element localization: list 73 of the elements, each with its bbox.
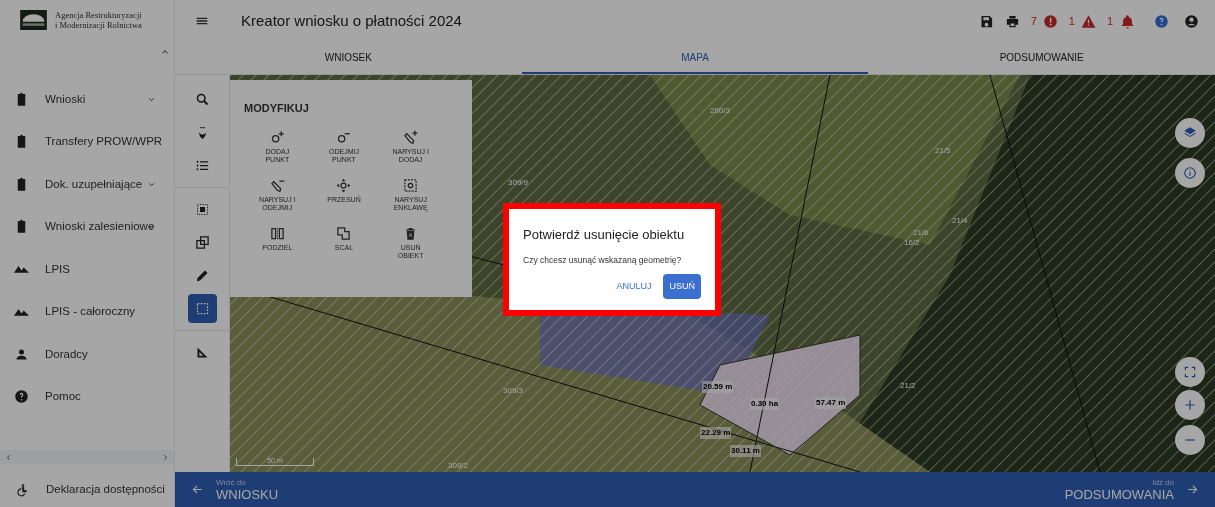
errors-button[interactable] [1042, 13, 1059, 29]
merge-icon [336, 225, 352, 241]
map-label: 280/3 [710, 105, 731, 117]
point-plus-icon [269, 129, 285, 145]
map-label: 21/6 [913, 227, 929, 239]
notifications-count: 1 [1106, 13, 1113, 29]
back-link[interactable]: Wróć do WNIOSKU [191, 477, 279, 502]
map-label: 16/2 [904, 237, 920, 249]
agency-logo-icon [20, 10, 47, 30]
sidebar-item[interactable]: LPIS - całoroczny [0, 290, 162, 333]
agency-name: i Modernizacji Rolnictwa [55, 20, 142, 30]
sidebar-item[interactable]: Wnioski zalesieniowe [0, 205, 162, 248]
map-label: 21/2 [900, 380, 916, 392]
bell-icon [1119, 13, 1135, 29]
sidebar-item[interactable]: Dok. uzupełniające [0, 163, 162, 206]
tab[interactable]: PODSUMOWANIE [868, 42, 1215, 74]
help-button[interactable] [1153, 13, 1169, 29]
accessibility-link[interactable]: Deklaracja dostępności [0, 472, 174, 507]
map-label: 309/2 [448, 460, 469, 472]
help-icon [14, 389, 29, 405]
agency-name: Agencja Restrukturyzacji [55, 10, 142, 20]
dialog-title: Potwierdź usunięcie obiektu [523, 226, 686, 244]
info-icon [1183, 166, 1197, 180]
delete-button[interactable]: USUŃ [663, 274, 701, 300]
printer-icon [1005, 13, 1021, 29]
account-button[interactable] [1183, 13, 1199, 29]
select-area-icon [194, 202, 210, 217]
map-tool-button[interactable] [187, 294, 217, 323]
mountains-icon [14, 307, 29, 316]
print-button[interactable] [1004, 13, 1021, 29]
dialog-message: Czy chcesz usunąć wskazaną geometrię? [523, 253, 683, 267]
account-icon [1183, 13, 1199, 29]
sidebar-item[interactable]: Pomoc [0, 375, 162, 418]
layers-icon [1183, 126, 1197, 140]
page-title: Kreator wniosku o płatności 2024 [241, 10, 462, 31]
map-label: 21/5 [935, 145, 951, 157]
fullscreen-icon [1183, 365, 1197, 379]
next-link[interactable]: Idź do PODSUMOWANIA [1064, 477, 1199, 502]
tab[interactable]: WNIOSEK [175, 42, 522, 74]
split-icon [269, 225, 285, 241]
sidebar-item[interactable]: Wnioski [0, 78, 162, 121]
sidebar-item[interactable]: LPIS [0, 248, 162, 291]
chevron-down-icon [147, 180, 156, 189]
warnings-button[interactable] [1080, 13, 1097, 29]
exclamation-circle-icon [1043, 13, 1059, 29]
arrow-left-icon [191, 483, 204, 496]
mountains-icon [14, 265, 29, 274]
help-icon [1153, 13, 1169, 29]
move-icon [336, 177, 352, 193]
warnings-count: 1 [1068, 13, 1075, 29]
dashed-square-icon [194, 301, 210, 316]
copy-icon [194, 235, 210, 250]
map-label: 21/4 [952, 215, 968, 227]
chevron-right-icon [161, 452, 170, 462]
map-label: 309/3 [503, 385, 524, 397]
cancel-button[interactable]: ANULUJ [610, 274, 658, 300]
panel-title: MODYFIKUJ [244, 101, 310, 116]
pencil-icon [194, 268, 210, 283]
plus-icon [1183, 398, 1197, 412]
arrow-right-icon [1186, 483, 1199, 496]
notifications-button[interactable] [1119, 13, 1135, 29]
pencil-plus-icon [403, 129, 419, 145]
errors-count: 7 [1030, 13, 1037, 29]
dashed-circle-square-icon [403, 177, 419, 193]
chevron-down-icon [147, 95, 156, 104]
chevron-left-icon [4, 452, 13, 462]
sidebar-item[interactable]: Transfery PROW/WPR [0, 120, 162, 163]
map-label: 309/9 [508, 177, 529, 189]
search-icon [194, 92, 210, 107]
warning-triangle-icon [1081, 13, 1097, 29]
accessibility-icon [16, 482, 30, 497]
list-icon [194, 158, 210, 173]
sidebar-item[interactable]: Doradcy [0, 333, 162, 376]
